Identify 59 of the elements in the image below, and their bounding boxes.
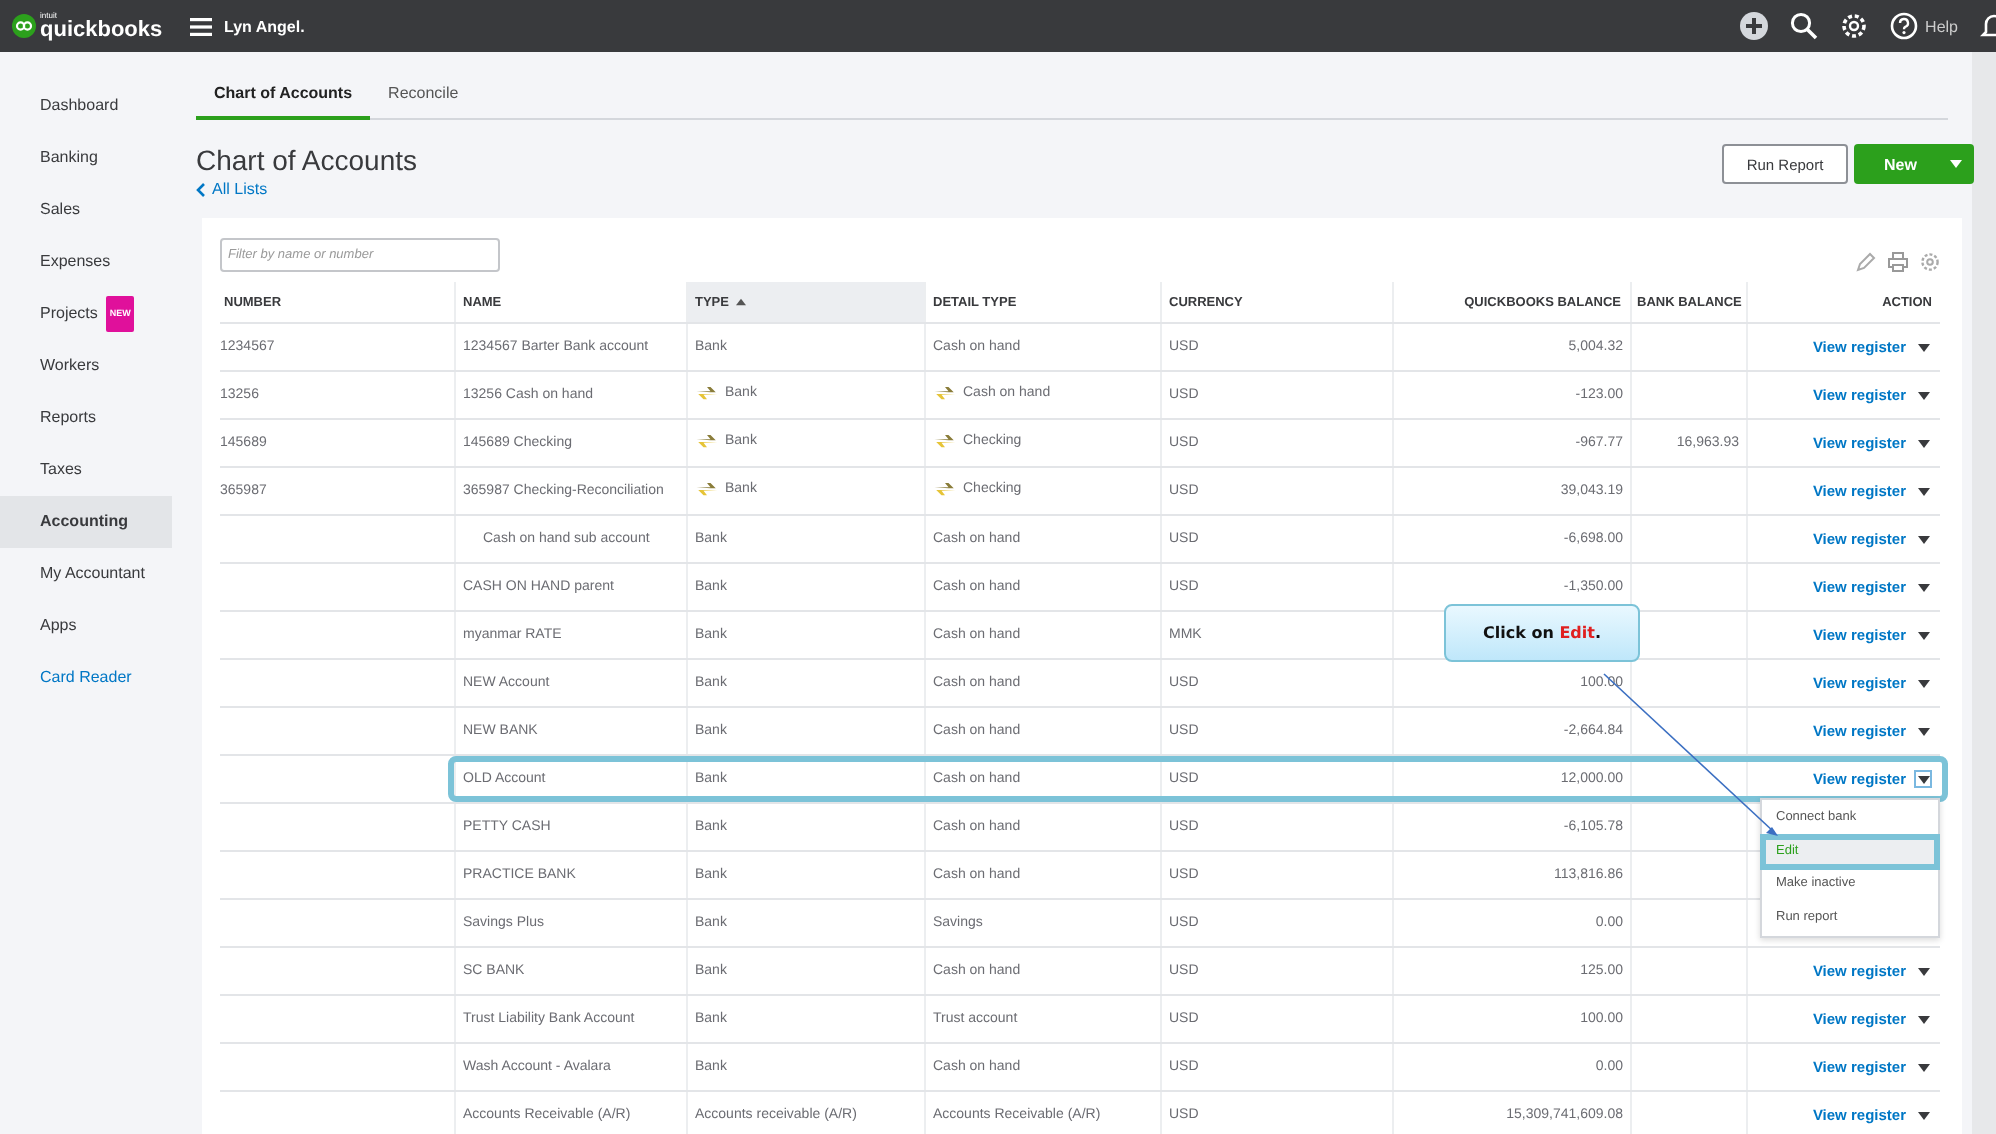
caret-icon [1917,343,1929,352]
help-icon [1889,12,1918,40]
caret-icon [1917,535,1929,544]
dropdown-toggle[interactable] [1914,626,1932,645]
caret-icon [1917,679,1929,688]
dropdown-toggle[interactable] [1914,674,1932,693]
menu-icon[interactable] [190,17,212,35]
caret-icon [1917,967,1929,976]
plus-icon[interactable] [1739,12,1768,40]
dropdown-toggle[interactable] [1914,482,1932,501]
sidebar-item[interactable]: Dashboard [0,80,172,132]
caret-icon [1917,775,1929,784]
chevron-left-icon [196,181,206,197]
sidebar-item[interactable]: Sales [0,184,172,236]
sidebar-item[interactable]: Card Reader [0,652,172,704]
tab[interactable]: Chart of Accounts [196,84,371,120]
dropdown-toggle[interactable] [1914,722,1932,741]
caret-icon [1917,439,1929,448]
company-name: Lyn Angel. [224,17,305,35]
caret-icon [1917,631,1929,640]
instruction-callout: Click on Edit. [1444,604,1640,662]
sidebar-item[interactable]: Reports [0,392,172,444]
sidebar-item[interactable]: Apps [0,600,172,652]
caret-icon [1917,1063,1929,1072]
caret-icon [1917,583,1929,592]
dropdown-toggle[interactable] [1914,1106,1932,1125]
dropdown-toggle[interactable] [1914,1010,1932,1029]
print-icon[interactable] [1888,252,1908,272]
sidebar-item[interactable]: Taxes [0,444,172,496]
sidebar-item[interactable]: Accounting [0,496,172,548]
all-lists-link[interactable]: All Lists [196,180,418,198]
tab[interactable]: Reconcile [370,84,477,120]
bank-feed-icon [933,482,955,496]
sort-up-icon [736,297,747,305]
dropdown-toggle[interactable] [1914,770,1932,789]
dropdown-toggle[interactable] [1914,578,1932,597]
dropdown-toggle[interactable] [1914,434,1932,453]
sidebar-item[interactable]: Workers [0,340,172,392]
caret-icon [1917,487,1929,496]
caret-icon [1950,160,1962,168]
dropdown-toggle[interactable] [1914,386,1932,405]
search-icon[interactable] [1789,12,1818,40]
caret-icon [1917,391,1929,400]
dropdown-toggle[interactable] [1914,338,1932,357]
dropdown-toggle[interactable] [1914,962,1932,981]
caret-icon [1917,1015,1929,1024]
caret-icon [1917,1111,1929,1120]
dropdown-toggle[interactable] [1914,1058,1932,1077]
dropdown-toggle[interactable] [1914,530,1932,549]
sidebar-item[interactable]: Banking [0,132,172,184]
caret-icon [1917,727,1929,736]
brand-name: quickbooks [40,19,163,41]
sidebar-item[interactable]: Expenses [0,236,172,288]
sidebar-item[interactable]: My Accountant [0,548,172,600]
bank-feed-icon [933,386,955,400]
help-button[interactable]: Help [1889,12,1958,40]
logo-icon [12,14,36,38]
bank-feed-icon [933,434,955,448]
page-title: Chart of Accounts [196,144,418,176]
